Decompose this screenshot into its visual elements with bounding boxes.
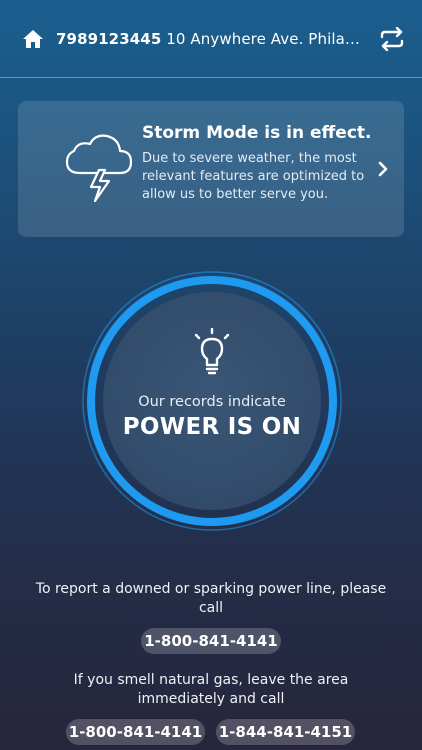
report-phone-button[interactable]: 1-800-841-4141 [141, 628, 281, 654]
account-address: 10 Anywhere Ave. Philadelph.. [166, 29, 366, 48]
gas-phone-button-2[interactable]: 1-844-841-4151 [216, 719, 355, 745]
switch-account-icon[interactable] [378, 25, 406, 53]
storm-mode-card[interactable]: Storm Mode is in effect. Due to severe w… [18, 101, 404, 237]
gas-phone-button-1[interactable]: 1-800-841-4141 [66, 719, 205, 745]
header-bar: 7989123445 10 Anywhere Ave. Philadelph.. [0, 0, 422, 78]
lightbulb-icon [194, 328, 230, 375]
power-status-indicator: Our records indicate POWER IS ON [81, 270, 343, 532]
home-icon[interactable] [22, 28, 44, 50]
power-status-label: POWER IS ON [122, 414, 302, 440]
chevron-right-icon[interactable] [376, 160, 390, 178]
storm-mode-description: Due to severe weather, the most relevant… [142, 151, 365, 202]
power-status-subtitle: Our records indicate [138, 394, 286, 410]
gas-leak-instructions: If you smell natural gas, leave the area… [73, 672, 349, 707]
storm-cloud-icon [65, 134, 133, 203]
account-number: 7989123445 [56, 29, 162, 48]
report-line-instructions: To report a downed or sparking power lin… [35, 581, 387, 616]
storm-mode-title: Storm Mode is in effect. [142, 123, 372, 143]
storm-mode-text: Storm Mode is in effect. Due to severe w… [142, 123, 374, 204]
account-selector[interactable]: 7989123445 10 Anywhere Ave. Philadelph.. [56, 30, 366, 48]
